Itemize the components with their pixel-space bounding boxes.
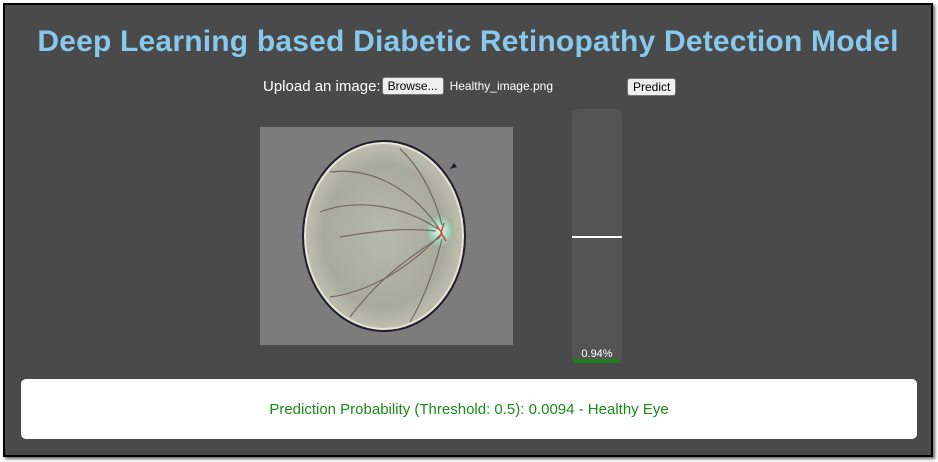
- browse-button[interactable]: Browse...: [381, 77, 444, 95]
- result-panel: Prediction Probability (Threshold: 0.5):…: [21, 379, 917, 439]
- page-title: Deep Learning based Diabetic Retinopathy…: [37, 25, 899, 58]
- retina-fundus-image: [302, 140, 466, 332]
- probability-percent: 0.94%: [581, 348, 613, 360]
- prediction-result: Prediction Probability (Threshold: 0.5):…: [269, 400, 669, 418]
- upload-label: Upload an image:: [263, 77, 381, 95]
- upload-row: Upload an image: Browse... Healthy_image…: [263, 75, 553, 97]
- retina-image: [260, 127, 513, 345]
- probability-gauge: 0.94%: [572, 109, 622, 363]
- app-frame: Deep Learning based Diabetic Retinopathy…: [3, 3, 933, 457]
- threshold-line: [572, 236, 622, 238]
- predict-button[interactable]: Predict: [627, 78, 677, 96]
- selected-file-name: Healthy_image.png: [449, 79, 553, 93]
